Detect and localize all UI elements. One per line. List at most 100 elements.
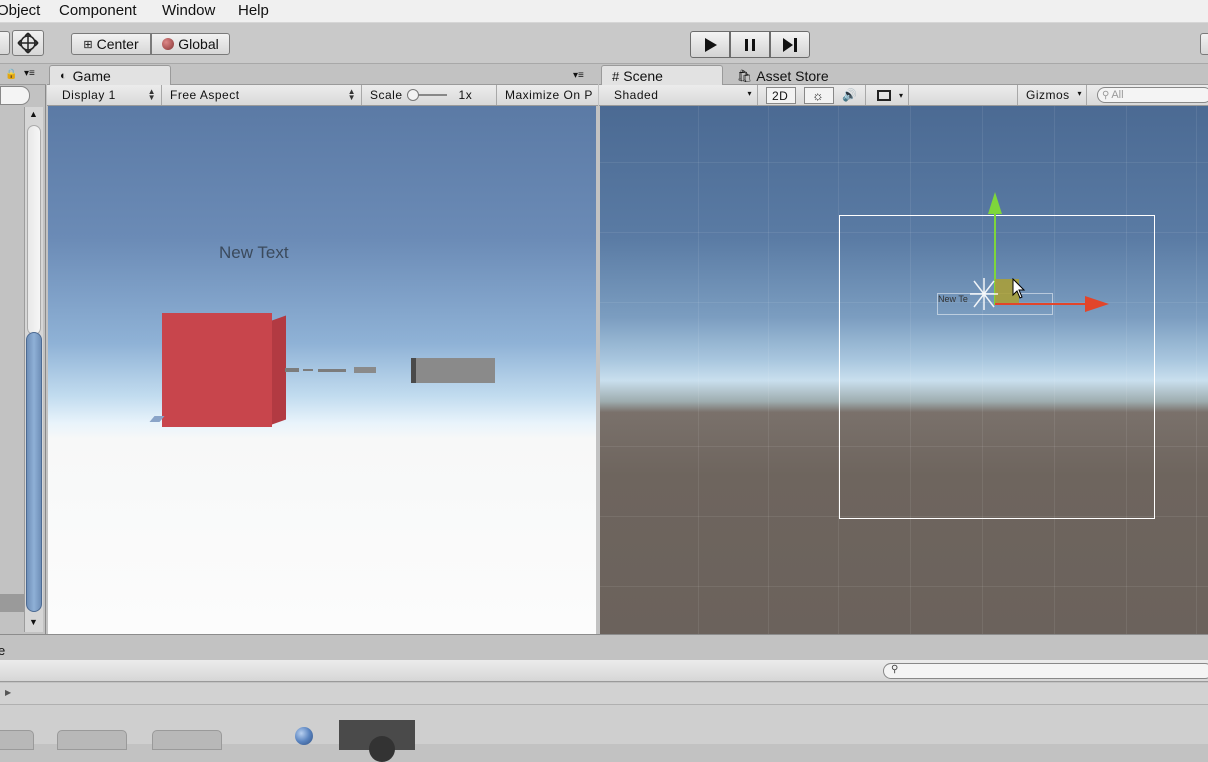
pivot-center-button[interactable]: ⊞ Center	[71, 33, 151, 55]
distant-object	[303, 369, 313, 371]
menu-object[interactable]: Object	[0, 2, 40, 19]
project-breadcrumb-bar: ▶	[0, 683, 1208, 705]
folder-icon[interactable]	[0, 730, 34, 750]
menu-component[interactable]: Component	[59, 2, 137, 19]
display-dropdown[interactable]: Display 1 ▲ ▼	[54, 85, 162, 105]
audio-toggle[interactable]: 🔊	[836, 85, 866, 105]
bottom-panel-tabstrip: e	[0, 634, 1208, 660]
scroll-down-icon[interactable]: ▼	[29, 617, 38, 627]
project-toolbar: ⚲	[0, 660, 1208, 682]
scroll-up-icon[interactable]: ▲	[29, 109, 38, 119]
game-tabstrip: ◐ Game ▾≡	[47, 64, 598, 86]
scene-tabstrip: # Scene 🛍 Asset Store	[599, 64, 1208, 86]
hierarchy-search-input[interactable]	[0, 86, 30, 105]
shopping-bag-icon: 🛍	[737, 68, 753, 83]
gizmos-dropdown[interactable]: Gizmos ▾	[1017, 85, 1087, 105]
canvas-bounds-rect[interactable]	[839, 215, 1155, 519]
pivot-global-button[interactable]: Global	[151, 33, 230, 55]
scroll-thumb[interactable]	[26, 332, 42, 612]
selected-row[interactable]	[0, 594, 24, 612]
gizmos-label: Gizmos	[1026, 88, 1070, 102]
tab-scene-label: Scene	[623, 68, 663, 84]
aspect-dropdown[interactable]: Free Aspect ▲ ▼	[162, 85, 362, 105]
distant-object	[285, 368, 299, 372]
image-icon	[877, 89, 891, 101]
tab-asset-store-label: Asset Store	[756, 67, 829, 84]
folder-icon[interactable]	[57, 730, 127, 750]
aspect-label: Free Aspect	[170, 88, 240, 102]
menu-bar: Object Component Window Help	[0, 0, 1208, 23]
search-icon: ⚲	[1102, 89, 1110, 101]
pause-button[interactable]	[730, 31, 770, 58]
play-icon	[705, 37, 717, 52]
scale-slider[interactable]: Scale 1x	[362, 85, 497, 105]
mouse-cursor-icon	[1012, 278, 1026, 299]
red-cube-side	[272, 315, 286, 425]
expand-arrow-icon[interactable]: ▶	[5, 688, 11, 697]
scene-view[interactable]: New Te	[600, 106, 1208, 634]
panel-menu-icon[interactable]: ▾≡	[24, 68, 35, 79]
move-rotate-icon	[17, 32, 39, 54]
speaker-icon: 🔊	[842, 88, 858, 102]
menu-window[interactable]: Window	[162, 2, 215, 19]
y-axis-arrow-icon[interactable]	[988, 192, 1002, 214]
tab-game-label: Game	[72, 68, 111, 84]
shading-mode-dropdown[interactable]: Shaded ▾	[606, 85, 758, 105]
lock-icon[interactable]: 🔒	[5, 69, 17, 80]
folder-icon[interactable]	[152, 730, 222, 750]
menu-help[interactable]: Help	[238, 2, 269, 19]
dropdown-arrow-icon: ▾	[747, 89, 752, 98]
search-placeholder: All	[1111, 89, 1124, 101]
lighting-toggle[interactable]: ☼	[804, 87, 834, 104]
vertical-scrollbar[interactable]: ▲ ▼	[24, 107, 43, 632]
x-axis-arrow-icon[interactable]	[1085, 296, 1109, 312]
scene-search-input[interactable]: ⚲ All	[1097, 87, 1208, 103]
tab-game[interactable]: ◐ Game	[49, 65, 171, 86]
distant-object	[354, 367, 376, 373]
tab-scene[interactable]: # Scene	[601, 65, 723, 86]
display-label: Display 1	[62, 88, 116, 102]
dropdown-arrows-icon: ▲ ▼	[147, 87, 156, 102]
game-controller-icon: ◐	[60, 70, 67, 82]
shading-label: Shaded	[614, 88, 659, 102]
x-axis-handle[interactable]	[995, 303, 1087, 305]
2d-toggle[interactable]: 2D	[766, 87, 796, 104]
pivot-icon: ⊞	[83, 38, 93, 51]
transform-tool-button[interactable]	[12, 30, 44, 56]
sun-icon: ☼	[812, 88, 825, 103]
asset-thumbnail[interactable]	[339, 720, 415, 762]
dropdown-arrow-icon: ▾	[1077, 89, 1082, 98]
bottom-panel-label: e	[0, 643, 6, 658]
game-view[interactable]: New Text	[48, 106, 596, 634]
2d-label: 2D	[772, 88, 789, 103]
scale-thumb[interactable]	[406, 89, 419, 101]
scene-toolbar: Shaded ▾ 2D ☼ 🔊 ▾ Gizmos ▾ ⚲ All	[599, 85, 1208, 106]
maximize-on-play-toggle[interactable]: Maximize On P	[497, 85, 598, 105]
pause-icon	[745, 38, 755, 51]
effects-dropdown[interactable]: ▾	[869, 85, 909, 105]
game-panel-menu-icon[interactable]: ▾≡	[573, 70, 584, 81]
pivot-icon[interactable]	[970, 278, 998, 310]
world-text: New Text	[219, 243, 289, 262]
dropdown-arrows-icon: ▲ ▼	[347, 87, 356, 102]
play-button[interactable]	[690, 31, 730, 58]
maximize-label: Maximize On P	[505, 88, 593, 102]
scale-track[interactable]	[406, 89, 447, 101]
step-button[interactable]	[770, 31, 810, 58]
project-search-input[interactable]: ⚲	[883, 663, 1208, 679]
globe-icon	[162, 38, 175, 50]
scale-label: Scale	[370, 88, 403, 102]
main-toolbar: ⊞ Center Global	[0, 23, 1208, 64]
tab-asset-store[interactable]: 🛍 Asset Store	[727, 65, 857, 86]
dropdown-arrow-icon: ▾	[899, 90, 904, 100]
step-icon	[783, 37, 797, 52]
left-panel-tabstrip: 🔒 ▾≡	[0, 64, 46, 85]
global-label: Global	[178, 36, 219, 52]
playback-controls	[690, 31, 810, 58]
search-icon: ⚲	[891, 664, 899, 675]
account-button[interactable]	[1200, 33, 1208, 55]
grid-icon: #	[612, 68, 620, 84]
material-sphere-icon[interactable]	[295, 727, 313, 745]
red-cube	[162, 313, 272, 427]
rect-tool-button[interactable]	[0, 31, 10, 55]
